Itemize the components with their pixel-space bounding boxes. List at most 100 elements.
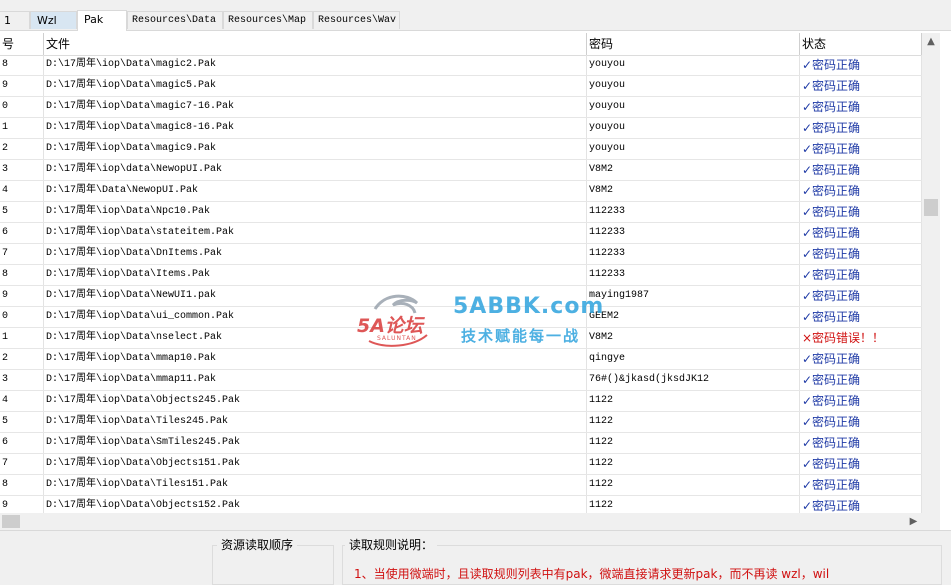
- status-cell: ✓密码正确: [800, 97, 922, 117]
- row-number-cell: 8: [0, 475, 44, 495]
- file-path-cell: D:\17周年\iop\Data\mmap11.Pak: [44, 370, 587, 390]
- column-header-password[interactable]: 密码: [587, 33, 800, 55]
- table-row[interactable]: 8 D:\17周年\iop\Data\Tiles151.Pak 1122 ✓密码正确: [0, 475, 922, 496]
- vertical-scrollbar[interactable]: ▲: [922, 33, 940, 513]
- watermark-logo: 5A论坛 SALUNTAN: [355, 291, 435, 349]
- password-cell: 1122: [587, 412, 800, 432]
- tab-bar: 1 Wzl Pak Resources\Data Resources\Map R…: [0, 10, 951, 31]
- row-number-cell: 5: [0, 412, 44, 432]
- password-cell: qingye: [587, 349, 800, 369]
- watermark-logo-subtext: SALUNTAN: [377, 335, 417, 342]
- table-row[interactable]: 3 D:\17周年\iop\data\NewopUI.Pak V8M2 ✓密码正确: [0, 160, 922, 181]
- row-number-cell: 7: [0, 454, 44, 474]
- table-row[interactable]: 4 D:\17周年\iop\Data\Objects245.Pak 1122 ✓密码正…: [0, 391, 922, 412]
- status-cell: ✓密码正确: [800, 475, 922, 495]
- tab-label: Resources\Map: [228, 15, 307, 26]
- file-path-cell: D:\17周年\iop\Data\magic8-16.Pak: [44, 118, 587, 138]
- horizontal-scrollbar[interactable]: ▶: [0, 513, 922, 530]
- table-row[interactable]: 0 D:\17周年\iop\Data\magic7-16.Pak youyou ✓密码…: [0, 97, 922, 118]
- tab-resources-data[interactable]: Resources\Data: [127, 11, 223, 29]
- table-row[interactable]: 6 D:\17周年\iop\Data\stateitem.Pak 112233 ✓密码…: [0, 223, 922, 244]
- column-header-file[interactable]: 文件: [44, 33, 587, 55]
- row-number-cell: 0: [0, 307, 44, 327]
- file-path-cell: D:\17周年\iop\Data\magic2.Pak: [44, 55, 587, 75]
- file-path-cell: D:\17周年\iop\Data\Tiles151.Pak: [44, 475, 587, 495]
- password-cell: 76#()&jkasd(jksdJK12: [587, 370, 800, 390]
- rules-title: 读取规则说明：: [345, 537, 438, 553]
- scrollbar-thumb[interactable]: [924, 199, 938, 216]
- password-cell: youyou: [587, 97, 800, 117]
- password-cell: 1122: [587, 475, 800, 495]
- table-row[interactable]: 7 D:\17周年\iop\Data\Objects151.Pak 1122 ✓密码正…: [0, 454, 922, 475]
- table-row[interactable]: 1 D:\17周年\iop\Data\magic8-16.Pak youyou ✓密码…: [0, 118, 922, 139]
- rule-text: 1、当使用微端时，且读取规则列表中有pak，微端直接请求更新pak，而不再读 w…: [354, 567, 830, 581]
- status-cell: ✓密码正确: [800, 391, 922, 411]
- password-cell: 1122: [587, 454, 800, 474]
- status-cell: ✓密码正确: [800, 286, 922, 306]
- scrollbar-thumb[interactable]: [2, 515, 20, 528]
- password-cell: youyou: [587, 55, 800, 75]
- row-number-cell: 6: [0, 223, 44, 243]
- status-cell: ✓密码正确: [800, 307, 922, 327]
- row-number-cell: 7: [0, 244, 44, 264]
- file-path-cell: D:\17周年\iop\Data\Tiles245.Pak: [44, 412, 587, 432]
- tab-label: Resources\Data: [132, 15, 217, 26]
- password-cell: youyou: [587, 139, 800, 159]
- row-number-cell: 9: [0, 286, 44, 306]
- tab-label: Wzl: [37, 14, 57, 27]
- row-number-cell: 1: [0, 328, 44, 348]
- row-number-cell: 3: [0, 370, 44, 390]
- table-row[interactable]: 9 D:\17周年\iop\Data\magic5.Pak youyou ✓密码正确: [0, 76, 922, 97]
- table-row[interactable]: 6 D:\17周年\iop\Data\SmTiles245.Pak 1122 ✓密码正…: [0, 433, 922, 454]
- password-cell: 112233: [587, 244, 800, 264]
- row-number-cell: 4: [0, 181, 44, 201]
- status-cell: ✓密码正确: [800, 139, 922, 159]
- status-cell: ✓密码正确: [800, 244, 922, 264]
- file-path-cell: D:\17周年\iop\Data\SmTiles245.Pak: [44, 433, 587, 453]
- tab-label: Pak: [84, 13, 104, 26]
- bottom-panel: 资源读取顺序 读取规则说明： 1、当使用微端时，且读取规则列表中有pak，微端直…: [0, 531, 951, 585]
- password-cell: V8M2: [587, 328, 800, 348]
- window-top-strip: [0, 0, 951, 10]
- scrollbar-corner: [922, 513, 940, 530]
- resource-order-group: 资源读取顺序: [212, 537, 334, 585]
- tab-wzl[interactable]: Wzl: [30, 11, 77, 29]
- password-cell: V8M2: [587, 181, 800, 201]
- tab-resources-map[interactable]: Resources\Map: [223, 11, 313, 29]
- row-number-cell: 1: [0, 118, 44, 138]
- status-cell: ✓密码正确: [800, 412, 922, 432]
- table-row[interactable]: 5 D:\17周年\iop\Data\Tiles245.Pak 1122 ✓密码正确: [0, 412, 922, 433]
- tab-label: 1: [4, 14, 11, 27]
- file-path-cell: D:\17周年\iop\Data\stateitem.Pak: [44, 223, 587, 243]
- tab-pak[interactable]: Pak: [77, 10, 127, 31]
- pak-table[interactable]: 号 文件 密码 状态 8 D:\17周年\iop\Data\magic2.Pak y…: [0, 31, 951, 531]
- row-number-cell: 2: [0, 349, 44, 369]
- password-cell: 112233: [587, 223, 800, 243]
- table-row[interactable]: 4 D:\17周年\Data\NewopUI.Pak V8M2 ✓密码正确: [0, 181, 922, 202]
- file-path-cell: D:\17周年\iop\Data\magic5.Pak: [44, 76, 587, 96]
- file-path-cell: D:\17周年\iop\Data\DnItems.Pak: [44, 244, 587, 264]
- status-cell: ✓密码正确: [800, 265, 922, 285]
- row-number-cell: 9: [0, 76, 44, 96]
- table-row[interactable]: 8 D:\17周年\iop\Data\magic2.Pak youyou ✓密码正确: [0, 55, 922, 76]
- table-row[interactable]: 7 D:\17周年\iop\Data\DnItems.Pak 112233 ✓密码正确: [0, 244, 922, 265]
- file-path-cell: D:\17周年\iop\Data\Npc10.Pak: [44, 202, 587, 222]
- tab-1[interactable]: 1: [0, 11, 30, 29]
- tab-resources-wav[interactable]: Resources\Wav: [313, 11, 400, 29]
- row-number-cell: 0: [0, 97, 44, 117]
- watermark-logo-text: 5A论坛: [357, 315, 423, 337]
- password-cell: maying1987: [587, 286, 800, 306]
- password-cell: 1122: [587, 391, 800, 411]
- table-row[interactable]: 2 D:\17周年\iop\Data\magic9.Pak youyou ✓密码正确: [0, 139, 922, 160]
- row-number-cell: 4: [0, 391, 44, 411]
- row-number-cell: 8: [0, 55, 44, 75]
- table-row[interactable]: 5 D:\17周年\iop\Data\Npc10.Pak 112233 ✓密码正确: [0, 202, 922, 223]
- row-number-cell: 6: [0, 433, 44, 453]
- row-number-cell: 3: [0, 160, 44, 180]
- table-row[interactable]: 3 D:\17周年\iop\Data\mmap11.Pak 76#()&jkasd(…: [0, 370, 922, 391]
- column-header-number[interactable]: 号: [0, 33, 44, 55]
- scroll-right-icon[interactable]: ▶: [905, 513, 922, 530]
- column-header-status[interactable]: 状态: [800, 33, 922, 55]
- status-cell: ✓密码正确: [800, 223, 922, 243]
- scroll-up-icon[interactable]: ▲: [922, 33, 940, 50]
